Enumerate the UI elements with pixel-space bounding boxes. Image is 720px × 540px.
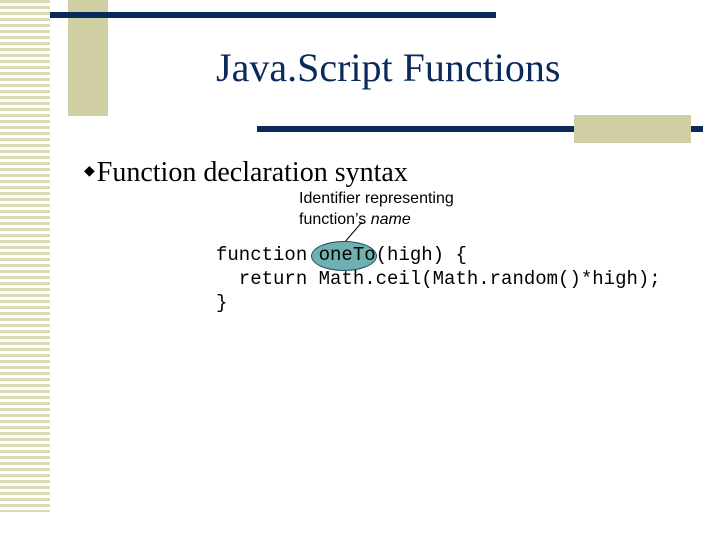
annotation-pointer-line (343, 221, 363, 244)
code-block: function oneTo(high) { return Math.ceil(… (216, 243, 661, 315)
code-line-3: } (216, 292, 228, 314)
code-identifier: oneTo (318, 244, 376, 266)
code-line-1-rest: (high) { (375, 244, 467, 266)
code-line-1-keyword: function (216, 244, 319, 266)
code-line-2: return Math.ceil(Math.random()*high); (216, 268, 661, 290)
